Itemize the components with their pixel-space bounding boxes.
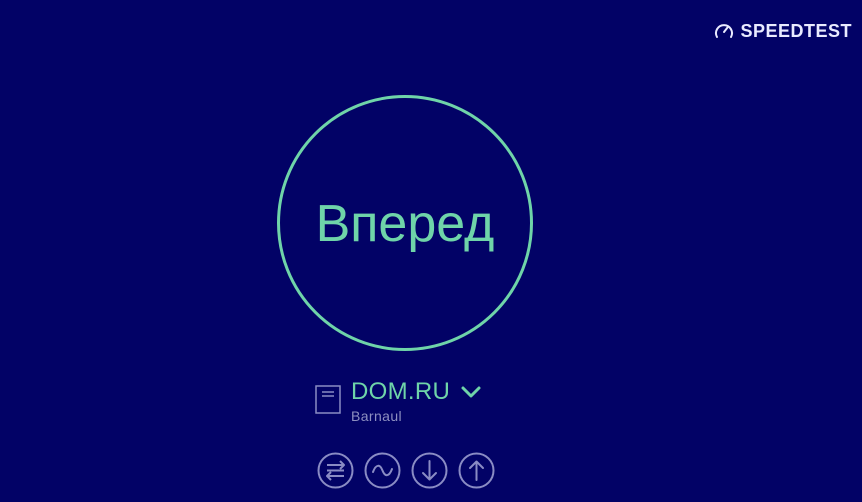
chevron-down-icon[interactable]	[460, 385, 482, 399]
provider-row[interactable]: DOM.RU	[351, 378, 482, 406]
go-button[interactable]: Вперед	[277, 95, 533, 351]
download-arrow-icon[interactable]	[411, 452, 448, 489]
server-location: Barnaul	[351, 408, 403, 424]
wave-icon[interactable]	[364, 452, 401, 489]
upload-arrow-icon[interactable]	[458, 452, 495, 489]
brand-logo[interactable]: SPEEDTEST	[713, 20, 852, 42]
test-mode-buttons	[317, 452, 495, 489]
speedometer-icon	[715, 24, 734, 38]
server-selector[interactable]: DOM.RU Barnaul	[315, 378, 482, 425]
brand-name: SPEEDTEST	[740, 20, 852, 41]
speedtest-page: SPEEDTEST Вперед DOM.RU Barnaul	[0, 0, 862, 502]
server-info: DOM.RU Barnaul	[351, 378, 482, 425]
go-button-label: Вперед	[315, 195, 495, 253]
provider-name[interactable]: DOM.RU	[351, 378, 450, 406]
server-icon	[315, 385, 341, 414]
multi-connection-icon[interactable]	[317, 452, 354, 489]
